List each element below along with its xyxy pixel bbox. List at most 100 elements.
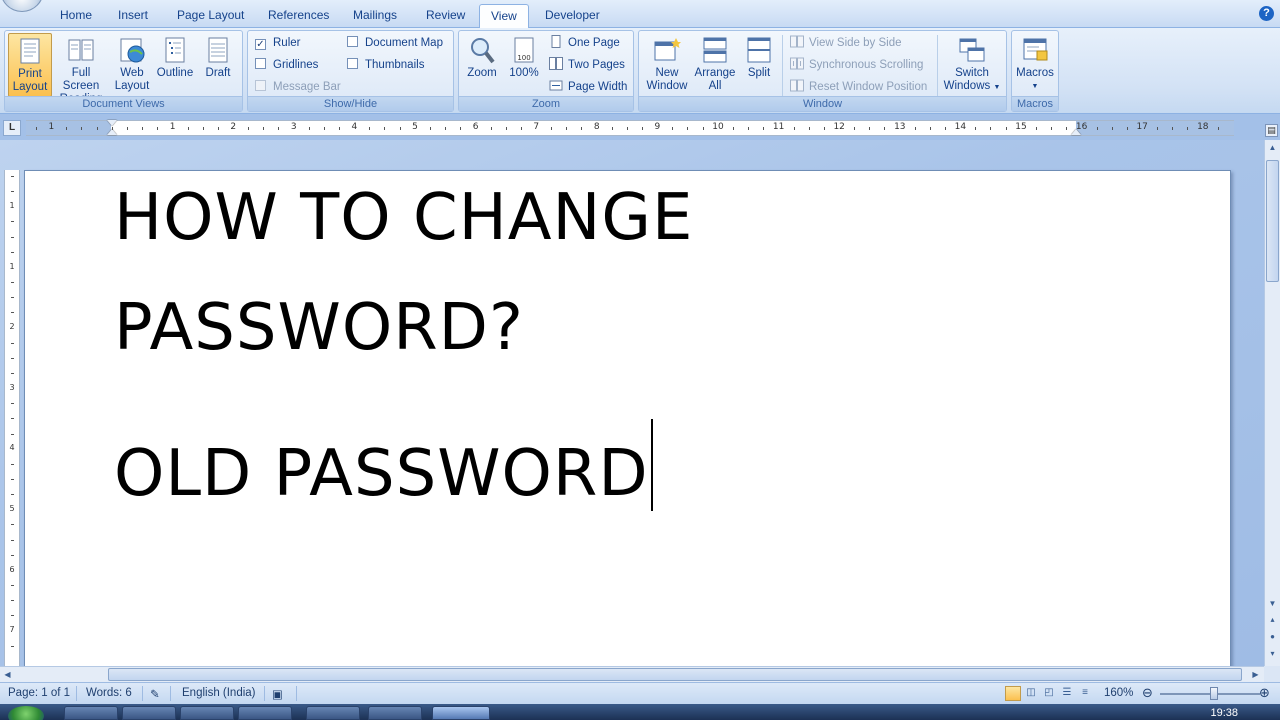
message-bar-checkbox: Message Bar: [255, 77, 341, 97]
macros-button[interactable]: Macros ▼: [1014, 33, 1056, 97]
ruler-number: 7: [533, 122, 540, 132]
tab-home[interactable]: Home: [49, 4, 103, 28]
ruler-tick: [520, 127, 522, 130]
status-web-layout-icon[interactable]: ◰: [1041, 686, 1057, 701]
gridlines-check-icon[interactable]: [255, 58, 266, 69]
arrange-all-button[interactable]: Arrange All: [691, 33, 739, 97]
proofing-icon[interactable]: ✎: [150, 687, 160, 701]
split-button[interactable]: Split: [741, 33, 777, 97]
status-print-layout-icon[interactable]: [1005, 686, 1021, 701]
print-layout-icon: [20, 38, 40, 64]
select-browse-object-icon[interactable]: ●: [1265, 629, 1280, 644]
page-width-button[interactable]: Page Width: [549, 77, 627, 97]
scroll-down-icon[interactable]: ▼: [1265, 596, 1280, 611]
scroll-left-icon[interactable]: ◀: [0, 667, 15, 682]
horizontal-scrollbar[interactable]: ◀ ▶: [0, 666, 1264, 682]
start-button[interactable]: [8, 706, 44, 720]
tab-selector-button[interactable]: L: [3, 120, 21, 136]
first-line-indent-marker[interactable]: [107, 120, 117, 126]
thumbnails-check-icon[interactable]: [347, 58, 358, 69]
taskbar-screen-capture-icon[interactable]: [368, 706, 422, 720]
vertical-scrollbar[interactable]: ▲ ▼ ▴ ● ▾: [1264, 140, 1280, 666]
taskbar-explorer-icon[interactable]: [64, 706, 118, 720]
page-count[interactable]: Page: 1 of 1: [8, 687, 70, 699]
switch-windows-button[interactable]: Switch Windows ▼: [941, 33, 1003, 97]
taskbar-app-icon[interactable]: [122, 706, 176, 720]
zoom-level[interactable]: 160%: [1104, 687, 1133, 699]
scroll-up-icon[interactable]: ▲: [1265, 140, 1280, 155]
document-map-check-icon[interactable]: [347, 36, 358, 47]
status-separator: [76, 686, 77, 701]
tab-developer[interactable]: Developer: [534, 4, 611, 28]
status-draft-icon[interactable]: ≡: [1077, 686, 1093, 701]
group-show-hide: ✓ Ruler Gridlines Message Bar Document Ma…: [247, 30, 454, 112]
tab-page-layout[interactable]: Page Layout: [166, 4, 255, 28]
vertical-ruler-tick: [11, 236, 14, 238]
next-page-icon[interactable]: ▾: [1265, 646, 1280, 661]
taskbar-firefox-icon[interactable]: [238, 706, 292, 720]
ribbon: Print Layout Full Screen Reading Web Lay…: [0, 28, 1280, 114]
draft-button[interactable]: Draft: [199, 33, 237, 97]
taskbar-picasa-icon[interactable]: [306, 706, 360, 720]
status-full-screen-icon[interactable]: ◫: [1023, 686, 1039, 701]
horizontal-ruler[interactable]: 1 1 2 3 4 5 6 7 8 9 10 11 12 13 14 15 16 17 18: [26, 120, 1234, 136]
two-pages-icon: [549, 57, 563, 70]
previous-page-icon[interactable]: ▴: [1265, 612, 1280, 627]
taskbar-word-icon[interactable]: [432, 706, 490, 720]
view-ruler-button[interactable]: ▤: [1265, 124, 1278, 137]
scroll-right-icon[interactable]: ▶: [1248, 667, 1263, 682]
document-line-3[interactable]: OLD PASSWORD: [114, 419, 653, 511]
document-line-1[interactable]: HOW TO CHANGE: [114, 181, 693, 255]
tab-review[interactable]: Review: [415, 4, 476, 28]
ruler-tick: [823, 127, 825, 130]
outline-button[interactable]: Outline: [153, 33, 197, 97]
new-window-button[interactable]: New Window: [642, 33, 692, 97]
zoom-100-button[interactable]: 100 100%: [504, 33, 544, 97]
horizontal-scroll-thumb[interactable]: [108, 668, 1242, 681]
ruler-tick: [854, 127, 856, 130]
document-line-2[interactable]: PASSWORD?: [114, 291, 524, 365]
language-indicator[interactable]: English (India): [182, 687, 256, 699]
document-map-checkbox[interactable]: Document Map: [347, 33, 443, 53]
ruler-tick: [929, 127, 931, 130]
help-icon[interactable]: ?: [1259, 6, 1274, 21]
ruler-tick: [111, 127, 113, 130]
ruler-tick: [278, 127, 280, 130]
vertical-scroll-thumb[interactable]: [1266, 160, 1279, 282]
tab-mailings[interactable]: Mailings: [342, 4, 408, 28]
vertical-ruler-tick: [11, 251, 14, 253]
gridlines-checkbox[interactable]: Gridlines: [255, 55, 318, 75]
zoom-out-icon[interactable]: ⊖: [1142, 685, 1153, 701]
group-label-zoom: Zoom: [459, 96, 633, 111]
one-page-button[interactable]: One Page: [549, 33, 620, 53]
vertical-ruler-tick: [11, 312, 14, 314]
ruler-tick: [308, 127, 310, 130]
office-button[interactable]: [0, 0, 44, 12]
zoom-in-icon[interactable]: ⊕: [1259, 685, 1270, 701]
ruler-tick: [1096, 127, 1098, 130]
ruler-tick: [142, 127, 144, 130]
status-outline-icon[interactable]: ☰: [1059, 686, 1075, 701]
taskbar-chrome-icon[interactable]: [180, 706, 234, 720]
full-screen-reading-button[interactable]: Full Screen Reading: [53, 33, 109, 105]
zoom-button[interactable]: Zoom: [462, 33, 502, 97]
word-count[interactable]: Words: 6: [86, 687, 132, 699]
thumbnails-checkbox[interactable]: Thumbnails: [347, 55, 424, 75]
ruler-number: 8: [593, 122, 600, 132]
tab-references[interactable]: References: [257, 4, 340, 28]
vertical-ruler-tick: [11, 176, 14, 177]
zoom-slider-thumb[interactable]: [1210, 687, 1218, 700]
vertical-ruler[interactable]: 112345678: [4, 170, 20, 666]
macro-recording-icon[interactable]: ▣: [272, 687, 283, 701]
document-page[interactable]: HOW TO CHANGE PASSWORD? OLD PASSWORD: [24, 170, 1231, 666]
tab-view[interactable]: View: [479, 4, 529, 29]
tab-insert[interactable]: Insert: [107, 4, 159, 28]
group-label-macros: Macros: [1012, 96, 1058, 111]
reset-window-position-button: Reset Window Position: [790, 77, 927, 97]
taskbar-clock[interactable]: 19:38: [1210, 707, 1238, 719]
web-layout-button[interactable]: Web Layout: [111, 33, 153, 97]
ruler-check-icon[interactable]: ✓: [255, 39, 266, 50]
ruler-checkbox[interactable]: ✓ Ruler: [255, 33, 300, 53]
two-pages-button[interactable]: Two Pages: [549, 55, 625, 75]
print-layout-button[interactable]: Print Layout: [8, 33, 52, 97]
